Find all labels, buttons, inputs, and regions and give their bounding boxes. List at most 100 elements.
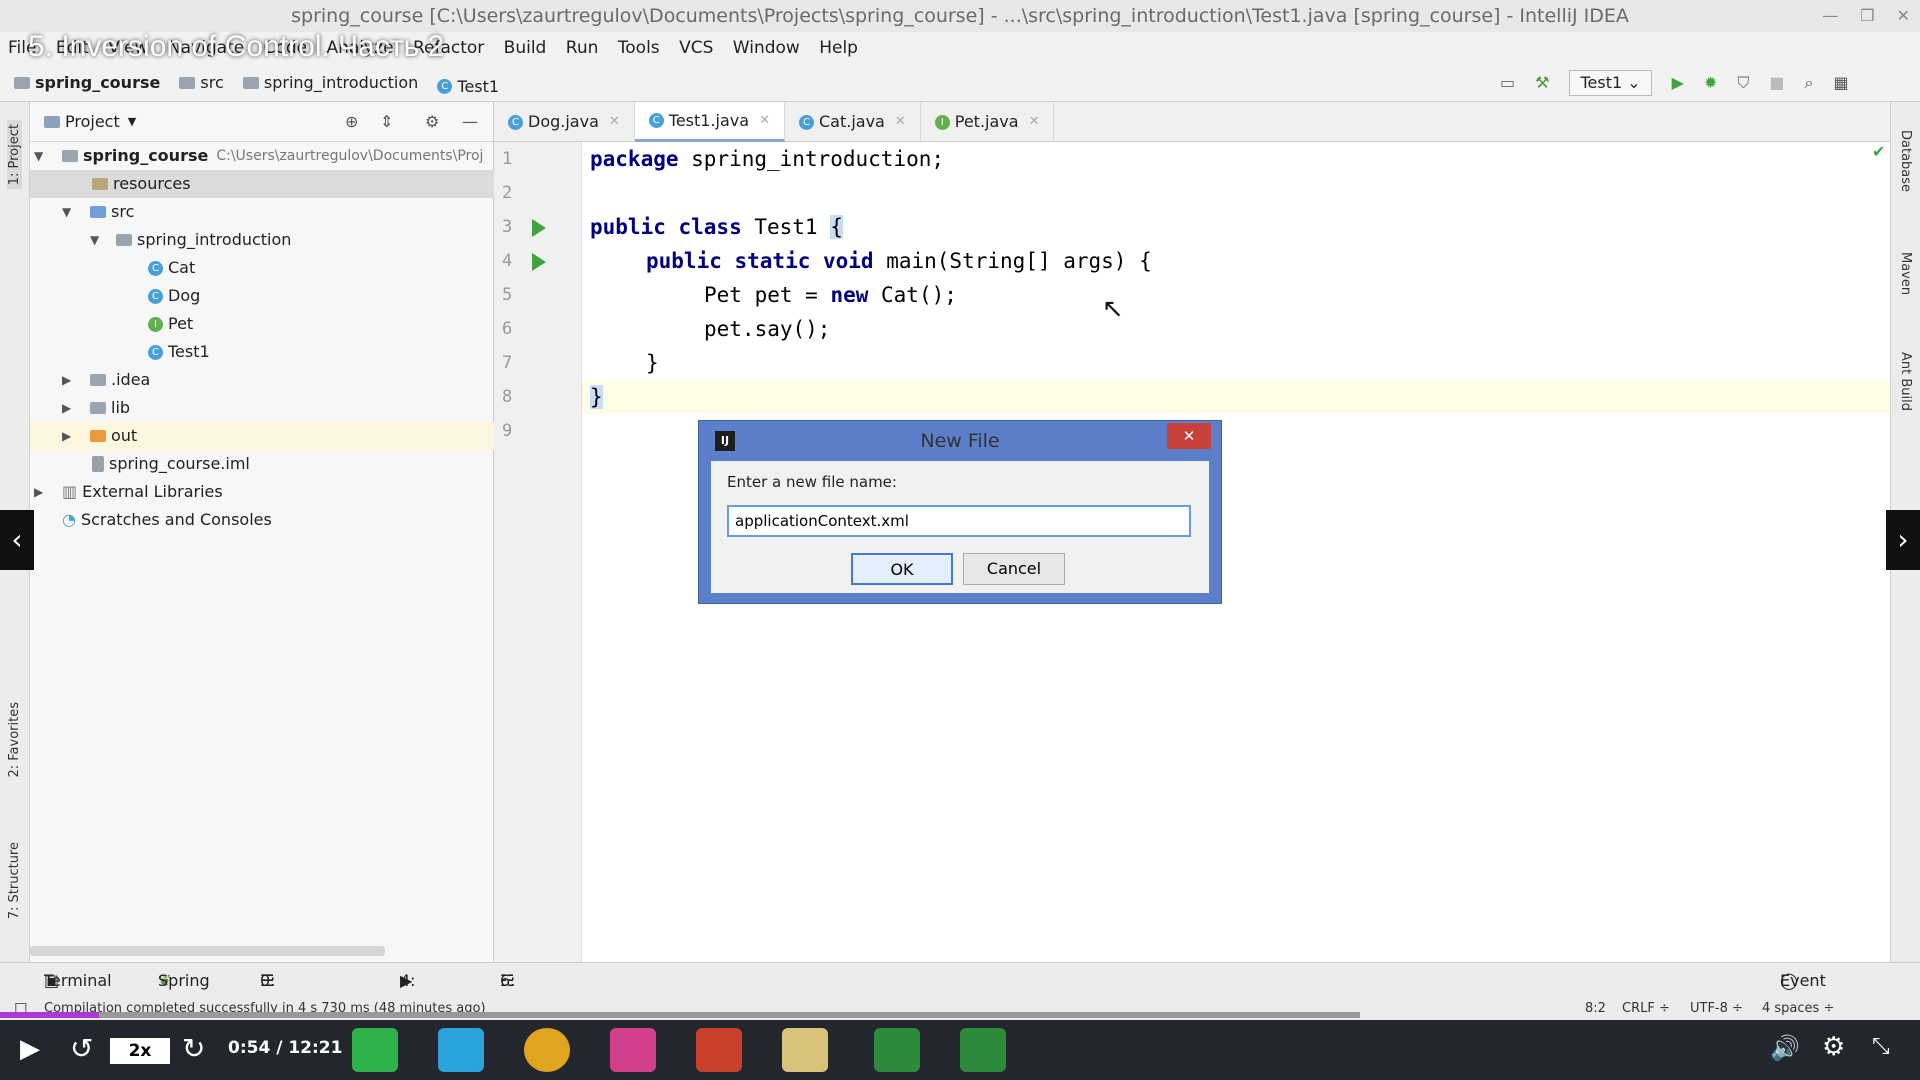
chevron-down-icon[interactable]: ▼: [34, 142, 52, 170]
maven-tool-tab[interactable]: Maven: [1898, 252, 1913, 295]
project-view-selector[interactable]: Project: [65, 102, 120, 142]
menu-tools[interactable]: Tools: [618, 38, 660, 58]
indent-setting[interactable]: 4 spaces ÷: [1762, 998, 1834, 1020]
folder-icon: [14, 77, 30, 89]
tree-item-spring-course[interactable]: ▼ spring_course C:\Users\zaurtregulov\Docu…: [34, 142, 483, 170]
close-tab-icon[interactable]: ✕: [1029, 102, 1040, 142]
close-tab-icon[interactable]: ✕: [759, 101, 770, 141]
chevron-right-icon[interactable]: ▶: [34, 478, 52, 506]
tree-item-dog[interactable]: C Dog: [148, 282, 200, 310]
run-main-icon[interactable]: [532, 253, 546, 271]
code-line-5: Pet pet = new Cat();: [704, 283, 957, 307]
caret-position[interactable]: 8:2: [1585, 998, 1606, 1020]
close-window-icon[interactable]: ✕: [1897, 0, 1910, 32]
close-tab-icon[interactable]: ✕: [895, 102, 906, 142]
tree-item-lib[interactable]: ▶ lib: [62, 394, 130, 422]
restore-icon[interactable]: ❐: [1860, 0, 1874, 32]
chevron-down-icon[interactable]: ▼: [90, 226, 108, 254]
menu-window[interactable]: Window: [733, 38, 800, 58]
stop-icon[interactable]: ■: [1769, 64, 1784, 102]
next-lesson-arrow-icon[interactable]: ›: [1886, 510, 1920, 570]
frame-icon[interactable]: ▭: [1500, 64, 1515, 102]
volume-icon[interactable]: 🔊: [1770, 1034, 1800, 1062]
excluded-folder-icon: [90, 430, 106, 442]
dialog-title-bar[interactable]: IJ New File ✕: [699, 421, 1221, 461]
run-class-icon[interactable]: [532, 219, 546, 237]
favorites-tool-tab[interactable]: 2: Favorites: [7, 702, 22, 778]
hide-panel-icon[interactable]: —: [462, 102, 478, 142]
tree-item-cat[interactable]: C Cat: [148, 254, 195, 282]
menu-build[interactable]: Build: [504, 38, 547, 58]
horizontal-scrollbar[interactable]: [30, 946, 385, 956]
cancel-button[interactable]: Cancel: [963, 553, 1065, 585]
project-structure-icon[interactable]: ▦: [1833, 64, 1848, 102]
tab-pet-java[interactable]: I Pet.java ✕: [921, 102, 1055, 142]
previous-lesson-arrow-icon[interactable]: ‹: [0, 510, 34, 570]
tree-item-iml[interactable]: spring_course.iml: [92, 450, 250, 478]
tree-item-external-libraries[interactable]: ▶ ▥ External Libraries: [34, 478, 223, 506]
tab-dog-java[interactable]: C Dog.java ✕: [494, 102, 635, 142]
tree-item-out[interactable]: ▶ out: [30, 422, 494, 450]
ok-button[interactable]: OK: [851, 553, 953, 585]
tree-item-spring-introduction[interactable]: ▼ spring_introduction: [90, 226, 291, 254]
chevron-down-icon[interactable]: ▼: [62, 198, 80, 226]
powerpoint-icon[interactable]: [696, 1028, 742, 1072]
exit-fullscreen-icon[interactable]: ⤡: [1872, 1034, 1890, 1059]
menu-vcs[interactable]: VCS: [679, 38, 713, 58]
database-tool-tab[interactable]: Database: [1898, 130, 1913, 192]
search-icon[interactable]: ⌕: [1805, 64, 1814, 102]
chevron-right-icon[interactable]: ▶: [62, 422, 80, 450]
editor-gutter[interactable]: 1 2 3 4 5 6 7 8 9: [494, 142, 582, 962]
file-encoding[interactable]: UTF-8 ÷: [1690, 998, 1743, 1020]
line-separator[interactable]: CRLF ÷: [1622, 998, 1670, 1020]
breadcrumb-package[interactable]: spring_introduction: [242, 64, 418, 102]
camtasia-recorder-icon[interactable]: [960, 1028, 1006, 1072]
code-token: Cat();: [868, 283, 957, 307]
chevron-right-icon[interactable]: ▶: [62, 394, 80, 422]
close-tab-icon[interactable]: ✕: [609, 102, 620, 142]
breadcrumb-src[interactable]: src: [179, 64, 224, 102]
build-hammer-icon[interactable]: ⚒: [1535, 64, 1549, 102]
file-explorer-icon[interactable]: [782, 1028, 828, 1072]
breadcrumb-class[interactable]: C Test1: [437, 68, 499, 106]
tree-item-scratches[interactable]: ◔ Scratches and Consoles: [62, 506, 272, 534]
chrome-icon[interactable]: [524, 1028, 570, 1072]
rewind-icon[interactable]: ↺: [70, 1032, 93, 1065]
forward-icon[interactable]: ↻: [182, 1032, 205, 1065]
menu-run[interactable]: Run: [566, 38, 599, 58]
minimize-icon[interactable]: —: [1822, 0, 1838, 32]
collapse-all-icon[interactable]: ⇕: [380, 102, 393, 142]
tree-item-label: Cat: [168, 258, 196, 277]
intellij-logo-icon: IJ: [715, 431, 735, 451]
intellij-idea-icon[interactable]: [610, 1028, 656, 1072]
structure-tool-tab[interactable]: 7: Structure: [7, 842, 22, 919]
settings-gear-icon[interactable]: ⚙: [1822, 1032, 1845, 1062]
dialog-close-button[interactable]: ✕: [1167, 423, 1211, 449]
debug-icon[interactable]: ✹: [1704, 64, 1717, 102]
menu-help[interactable]: Help: [819, 38, 858, 58]
dropdown-arrow-icon[interactable]: ▼: [128, 102, 136, 142]
coverage-icon[interactable]: ⛉: [1737, 64, 1749, 102]
camtasia-icon[interactable]: [874, 1028, 920, 1072]
playback-speed-button[interactable]: 2x: [110, 1038, 170, 1064]
play-icon[interactable]: ▶: [20, 1034, 40, 1064]
tree-item-pet[interactable]: I Pet: [148, 310, 193, 338]
tree-item-test1[interactable]: C Test1: [148, 338, 210, 366]
run-config-selector[interactable]: Test1 ⌄: [1569, 70, 1652, 96]
file-name-input[interactable]: [727, 505, 1191, 537]
breadcrumb-project[interactable]: spring_course: [14, 64, 160, 102]
tree-item-idea[interactable]: ▶ .idea: [62, 366, 150, 394]
ant-build-tool-tab[interactable]: Ant Build: [1898, 352, 1913, 411]
tree-item-resources[interactable]: resources: [30, 170, 494, 198]
tab-cat-java[interactable]: C Cat.java ✕: [785, 102, 921, 142]
whatsapp-icon[interactable]: [352, 1028, 398, 1072]
run-icon[interactable]: ▶: [1672, 64, 1684, 102]
video-progress-track[interactable]: [0, 1012, 1360, 1018]
telegram-icon[interactable]: [438, 1028, 484, 1072]
project-tool-tab[interactable]: 1: Project: [7, 120, 22, 190]
chevron-right-icon[interactable]: ▶: [62, 366, 80, 394]
settings-gear-icon[interactable]: ⚙: [425, 102, 439, 142]
tab-test1-java[interactable]: C Test1.java ✕: [634, 101, 785, 142]
locate-icon[interactable]: ⊕: [345, 102, 358, 142]
tree-item-src[interactable]: ▼ src: [62, 198, 134, 226]
